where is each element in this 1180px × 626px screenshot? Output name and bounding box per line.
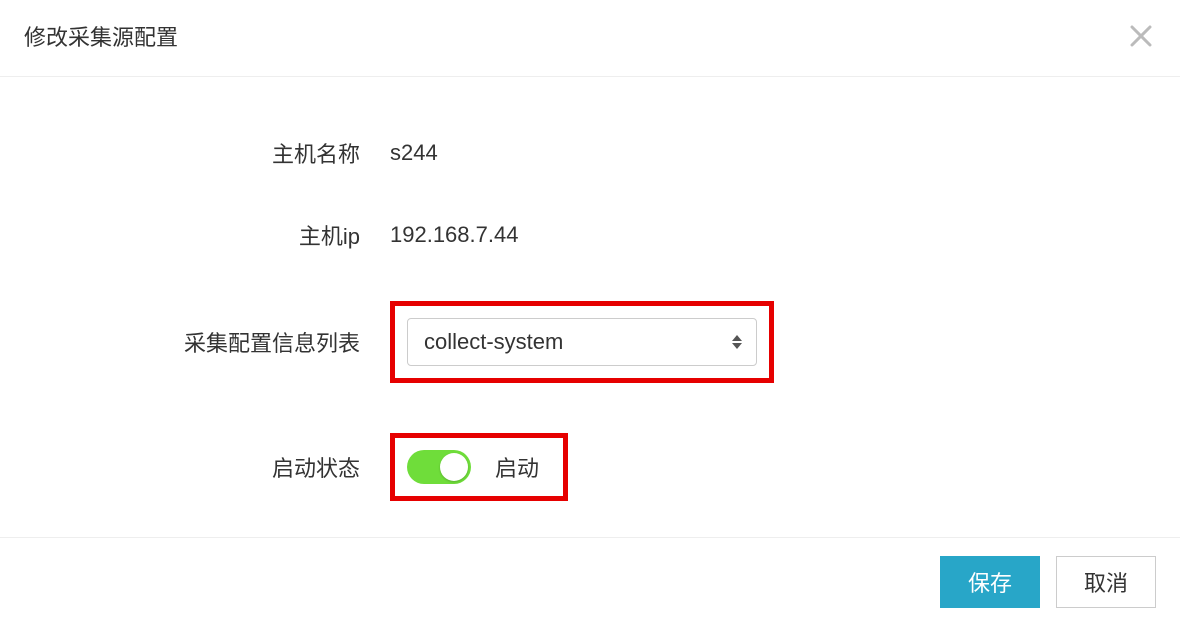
toggle-knob	[440, 453, 468, 481]
hostname-label: 主机名称	[40, 137, 390, 169]
hostname-value: s244	[390, 140, 438, 166]
config-select-value: collect-system	[424, 329, 563, 355]
hostip-value: 192.168.7.44	[390, 222, 518, 248]
row-config-list: 采集配置信息列表 collect-system	[40, 301, 1140, 383]
config-select[interactable]: collect-system	[407, 318, 757, 366]
status-label: 启动状态	[40, 451, 390, 483]
modal-footer: 保存 取消	[0, 537, 1180, 626]
modal-dialog: 修改采集源配置 主机名称 s244 主机ip 192.168.7.44 采集配置…	[0, 0, 1180, 626]
modal-title: 修改采集源配置	[24, 20, 178, 52]
modal-header: 修改采集源配置	[0, 0, 1180, 77]
row-hostip: 主机ip 192.168.7.44	[40, 219, 1140, 251]
status-text: 启动	[495, 451, 539, 483]
row-status: 启动状态 启动	[40, 433, 1140, 501]
hostip-label: 主机ip	[40, 219, 390, 251]
cancel-button[interactable]: 取消	[1056, 556, 1156, 608]
highlight-status-toggle: 启动	[390, 433, 568, 501]
highlight-config-select: collect-system	[390, 301, 774, 383]
status-toggle[interactable]	[407, 450, 471, 484]
save-button[interactable]: 保存	[940, 556, 1040, 608]
close-icon	[1130, 25, 1152, 47]
config-list-label: 采集配置信息列表	[40, 326, 390, 358]
row-hostname: 主机名称 s244	[40, 137, 1140, 169]
select-arrows-icon	[732, 335, 742, 349]
close-button[interactable]	[1126, 21, 1156, 51]
modal-body: 主机名称 s244 主机ip 192.168.7.44 采集配置信息列表 col…	[0, 77, 1180, 591]
